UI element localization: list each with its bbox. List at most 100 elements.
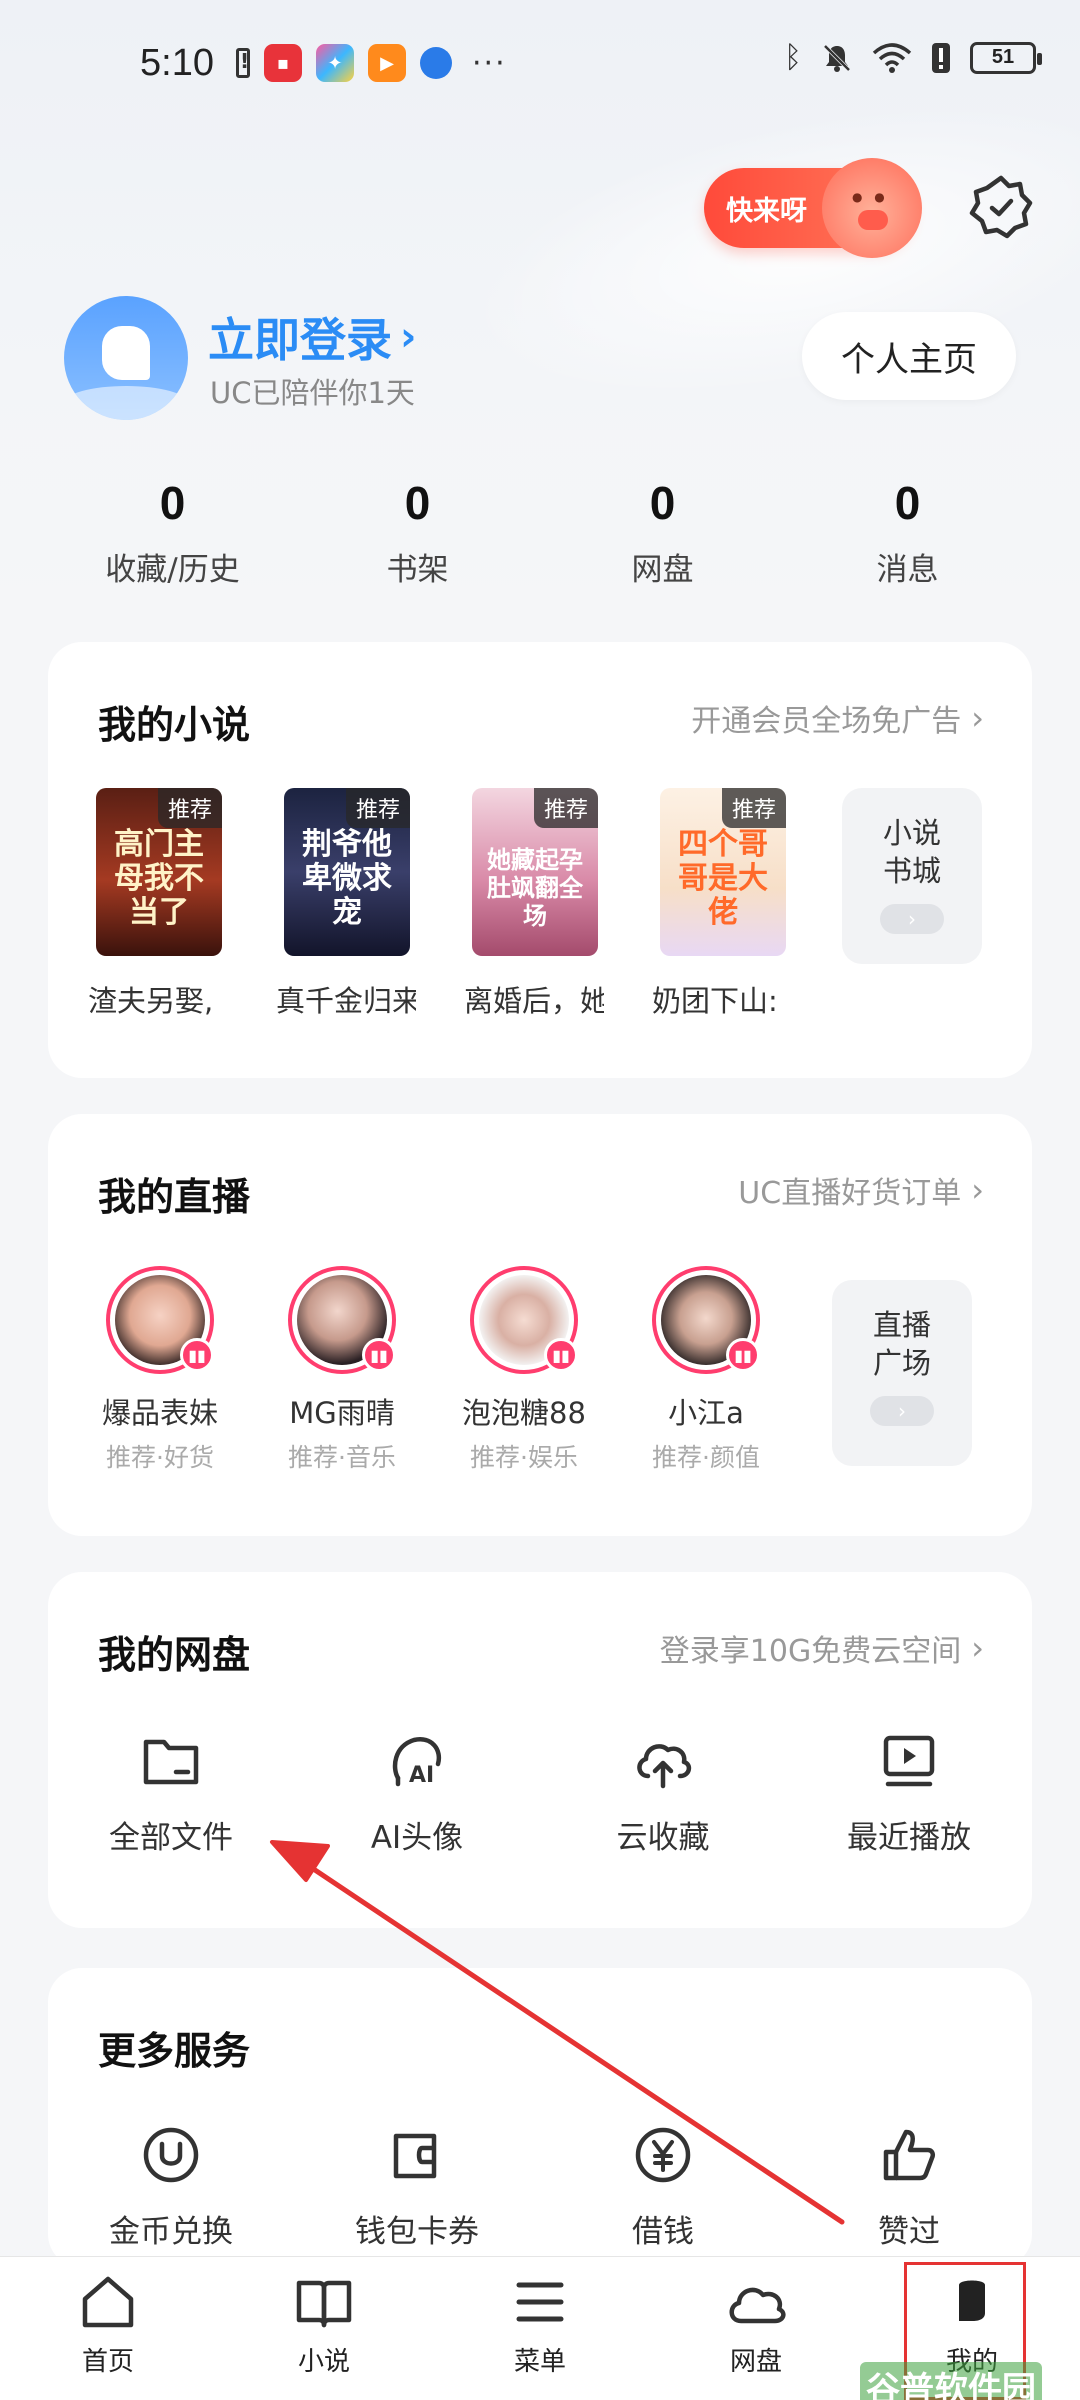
video-play-icon [883,1735,935,1787]
novel-item[interactable]: 推荐 四个哥哥是大佬 奶团下山: [652,788,786,1020]
cloud-favorites-button[interactable]: 云收藏 [540,1728,786,1857]
live-orders-link[interactable]: UC直播好货订单 › [738,1168,984,1212]
vip-no-ads-link[interactable]: 开通会员全场免广告 › [691,696,984,740]
more-services-card: 更多服务 金币兑换 钱包卡券 借钱 赞过 [48,1968,1032,2268]
login-link[interactable]: 立即登录 › [208,304,416,370]
companion-days-text: UC已陪伴你1天 [210,376,415,410]
streamer-name: 小江a [668,1396,744,1430]
cover-title: 高门主母我不当了 [114,827,204,930]
novel-title: 真千金归来 [276,984,416,1018]
coin-icon [143,2127,199,2183]
novel-item[interactable]: 推荐 高门主母我不当了 渣夫另娶, [88,788,222,1020]
coin-exchange-button[interactable]: 金币兑换 [48,2122,294,2251]
more-label: 广场 [872,1346,931,1380]
stat-bookshelf[interactable]: 0 书架 [295,476,540,589]
novel-list: 推荐 高门主母我不当了 渣夫另娶, 推荐 荆爷他卑微求宠 真千金归来 推荐 她藏… [88,788,786,1020]
grid-label: AI头像 [370,1820,464,1856]
book-cover: 推荐 她藏起孕肚飒翻全场 [472,788,598,956]
link-text: 开通会员全场免广告 [691,704,962,739]
streamer-item[interactable]: ▮▮ 小江a 推荐·颜值 [642,1266,770,1474]
all-files-button[interactable]: 全部文件 [48,1728,294,1857]
stat-cloud-drive[interactable]: 0 网盘 [540,476,785,589]
card-title: 我的直播 [98,1175,251,1219]
stat-value: 0 [159,477,186,529]
battery-level: 51 [991,46,1015,68]
chevron-right-icon: › [400,314,417,360]
live-indicator-icon: ▮▮ [726,1338,760,1372]
streamer-avatar: ▮▮ [652,1266,760,1374]
recommend-tag: 推荐 [157,788,222,828]
chevron-right-icon: › [880,904,944,934]
yen-icon [635,2127,691,2183]
nav-menu[interactable]: 菜单 [432,2257,648,2400]
book-icon [296,2280,352,2328]
login-title: 立即登录 [208,313,392,367]
nav-novel[interactable]: 小说 [216,2257,432,2400]
cover-title: 她藏起孕肚飒翻全场 [487,846,583,930]
wifi-icon [872,42,912,73]
signal-alert-icon [932,42,950,73]
live-square-button[interactable]: 直播 广场 › [832,1280,972,1466]
streamer-category: 推荐·好货 [106,1443,214,1472]
promo-badge[interactable]: 快来呀 [704,158,922,258]
stat-favorites-history[interactable]: 0 收藏/历史 [50,476,295,589]
recent-playback-button[interactable]: 最近播放 [786,1728,1032,1857]
nav-cloud-drive[interactable]: 网盘 [648,2257,864,2400]
live-indicator-icon: ▮▮ [544,1338,578,1372]
novel-item[interactable]: 推荐 她藏起孕肚飒翻全场 离婚后，她 [464,788,604,1020]
grid-label: 最近播放 [847,1820,971,1856]
promo-label: 快来呀 [726,195,807,227]
streamer-item[interactable]: ▮▮ 泡泡糖88 推荐·娱乐 [460,1266,588,1474]
my-cloud-drive-card: 我的网盘 登录享10G免费云空间 › 全部文件 AI AI头像 云收藏 最近播放 [48,1572,1032,1928]
wallet-coupons-button[interactable]: 钱包卡券 [294,2122,540,2251]
borrow-money-button[interactable]: 借钱 [540,2122,786,2251]
grid-label: 赞过 [878,2214,940,2250]
novel-item[interactable]: 推荐 荆爷他卑微求宠 真千金归来 [276,788,416,1020]
streamer-name: MG雨晴 [289,1396,395,1430]
streamer-category: 推荐·娱乐 [470,1443,578,1472]
book-cover: 推荐 高门主母我不当了 [96,788,222,956]
avatar[interactable] [64,296,188,420]
card-title: 我的网盘 [98,1633,251,1677]
personal-homepage-button[interactable]: 个人主页 [802,312,1016,400]
streamer-item[interactable]: ▮▮ MG雨晴 推荐·音乐 [278,1266,406,1474]
free-cloud-space-link[interactable]: 登录享10G免费云空间 › [660,1626,984,1670]
battery-warning-icon [236,48,250,78]
grid-label: 钱包卡券 [355,2214,479,2250]
cloud-icon [729,2287,786,2324]
novel-store-button[interactable]: 小说 书城 › [842,788,982,964]
stats-row: 0 收藏/历史 0 书架 0 网盘 0 消息 [50,476,1030,589]
app-icon: ✦ [316,44,354,82]
status-bar: 5:10 ▪ ✦ ▶ ··· ᛒ 51 [0,0,1080,130]
status-system-icons: ᛒ 51 [784,40,1042,75]
more-label: 小说 [882,816,941,850]
streamer-category: 推荐·颜值 [652,1443,760,1472]
browser-app-icon [420,47,452,79]
ai-avatar-icon: AI [392,1737,442,1788]
card-title: 我的小说 [98,703,251,747]
ai-avatar-button[interactable]: AI AI头像 [294,1728,540,1857]
nav-label: 网盘 [729,2347,782,2377]
streamer-name: 泡泡糖88 [462,1396,586,1430]
grid-label: 全部文件 [109,1820,233,1856]
link-text: 登录享10G免费云空间 [659,1634,962,1669]
stat-label: 消息 [876,552,939,588]
nav-label: 小说 [297,2347,350,2377]
grid-label: 金币兑换 [109,2214,233,2250]
streamer-item[interactable]: ▮▮ 爆品表妹 推荐·好货 [96,1266,224,1474]
more-label: 直播 [872,1308,931,1342]
liked-button[interactable]: 赞过 [786,2122,1032,2251]
nav-label: 首页 [81,2347,134,2377]
streamer-avatar: ▮▮ [106,1266,214,1374]
stat-value: 0 [649,477,676,529]
bluetooth-icon: ᛒ [784,40,802,75]
live-indicator-icon: ▮▮ [180,1338,214,1372]
link-text: UC直播好货订单 [738,1176,962,1211]
stat-messages[interactable]: 0 消息 [785,476,1030,589]
my-novels-card: 我的小说 开通会员全场免广告 › 推荐 高门主母我不当了 渣夫另娶, 推荐 荆爷… [48,642,1032,1078]
nav-label: 菜单 [513,2347,566,2377]
nav-home[interactable]: 首页 [0,2257,216,2400]
streamer-avatar: ▮▮ [288,1266,396,1374]
settings-gear-icon[interactable] [966,172,1036,242]
cover-title: 四个哥哥是大佬 [678,827,768,930]
